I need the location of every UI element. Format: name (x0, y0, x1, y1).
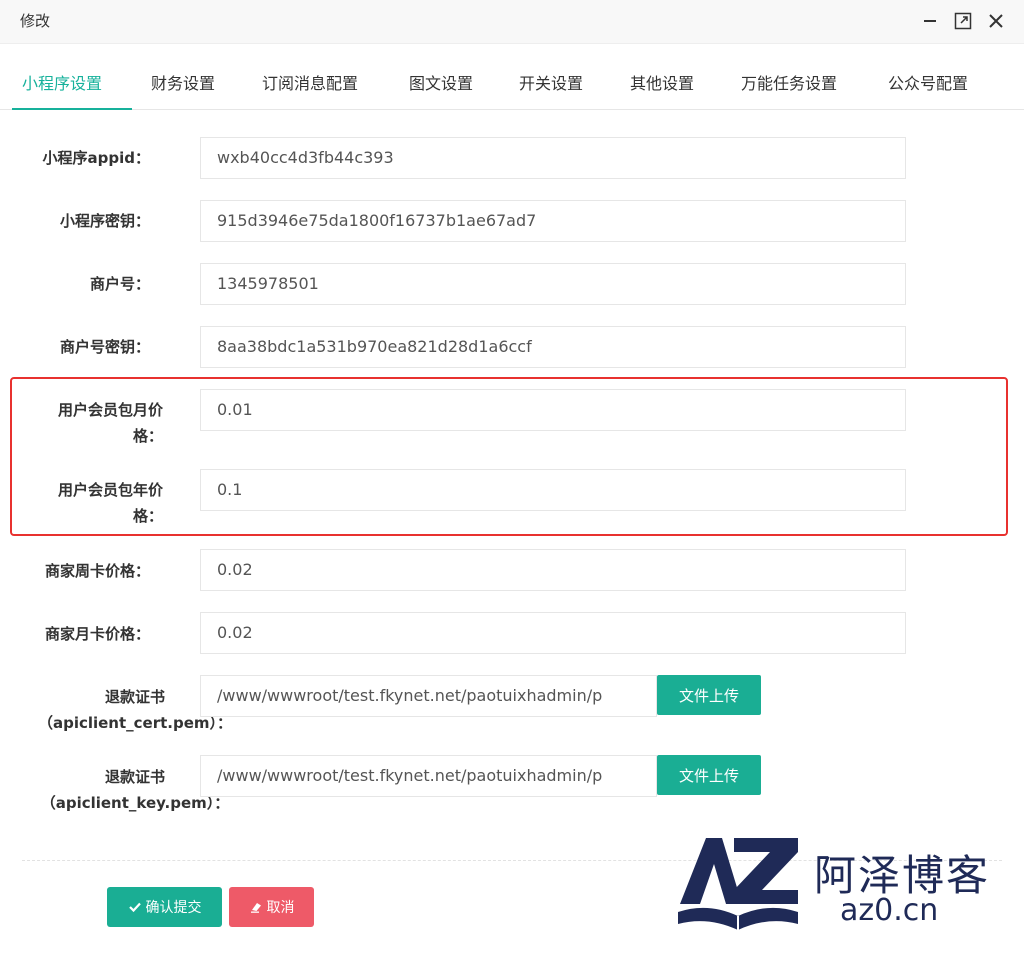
close-icon[interactable] (984, 9, 1008, 33)
appid-label: 小程序appid： (42, 149, 150, 167)
tab-miniprogram-settings[interactable]: 小程序设置 (12, 70, 132, 110)
minimize-icon[interactable] (918, 9, 942, 33)
key-upload-button[interactable]: 文件上传 (657, 755, 761, 795)
tab-task-settings[interactable]: 万能任务设置 (731, 70, 847, 110)
dialog-titlebar: 修改 (0, 0, 1024, 44)
tab-official-account[interactable]: 公众号配置 (878, 70, 978, 110)
cancel-label: 取消 (266, 900, 295, 916)
key-path-input[interactable]: /www/wwwroot/test.fkynet.net/paotuixhadm… (200, 755, 657, 797)
merchant-week-price-input[interactable]: 0.02 (200, 549, 906, 591)
merchant-month-price-input[interactable]: 0.02 (200, 612, 906, 654)
dialog-title: 修改 (20, 12, 51, 30)
watermark-url: az0.cn (840, 893, 939, 928)
eraser-icon (250, 903, 261, 913)
highlight-box (10, 377, 1008, 536)
tab-switch-settings[interactable]: 开关设置 (509, 70, 593, 110)
secret-input[interactable]: 915d3946e75da1800f16737b1ae67ad7 (200, 200, 906, 242)
submit-button[interactable]: 确认提交 (107, 887, 222, 927)
tab-graphic-settings[interactable]: 图文设置 (399, 70, 483, 110)
secret-label: 小程序密钥： (59, 212, 150, 230)
az-logo-icon (678, 838, 798, 930)
appid-input[interactable]: wxb40cc4d3fb44c393 (200, 137, 906, 179)
tab-other-settings[interactable]: 其他设置 (620, 70, 704, 110)
tab-finance-settings[interactable]: 财务设置 (141, 70, 225, 110)
merchant-key-input[interactable]: 8aa38bdc1a531b970ea821d28d1a6ccf (200, 326, 906, 368)
cert-upload-button[interactable]: 文件上传 (657, 675, 761, 715)
merchant-week-price-label: 商家周卡价格： (44, 562, 150, 580)
merchant-id-label: 商户号： (89, 275, 150, 293)
merchant-month-price-label: 商家月卡价格： (44, 625, 150, 643)
cert-path-input[interactable]: /www/wwwroot/test.fkynet.net/paotuixhadm… (200, 675, 657, 717)
maximize-icon[interactable] (951, 9, 975, 33)
merchant-id-input[interactable]: 1345978501 (200, 263, 906, 305)
tab-bar: 小程序设置 财务设置 订阅消息配置 图文设置 开关设置 其他设置 万能任务设置 … (0, 44, 1024, 110)
submit-label: 确认提交 (145, 900, 202, 916)
check-icon (128, 902, 141, 913)
merchant-key-label: 商户号密钥： (59, 338, 150, 356)
tab-subscription-messages[interactable]: 订阅消息配置 (252, 70, 368, 110)
cancel-button[interactable]: 取消 (229, 887, 314, 927)
